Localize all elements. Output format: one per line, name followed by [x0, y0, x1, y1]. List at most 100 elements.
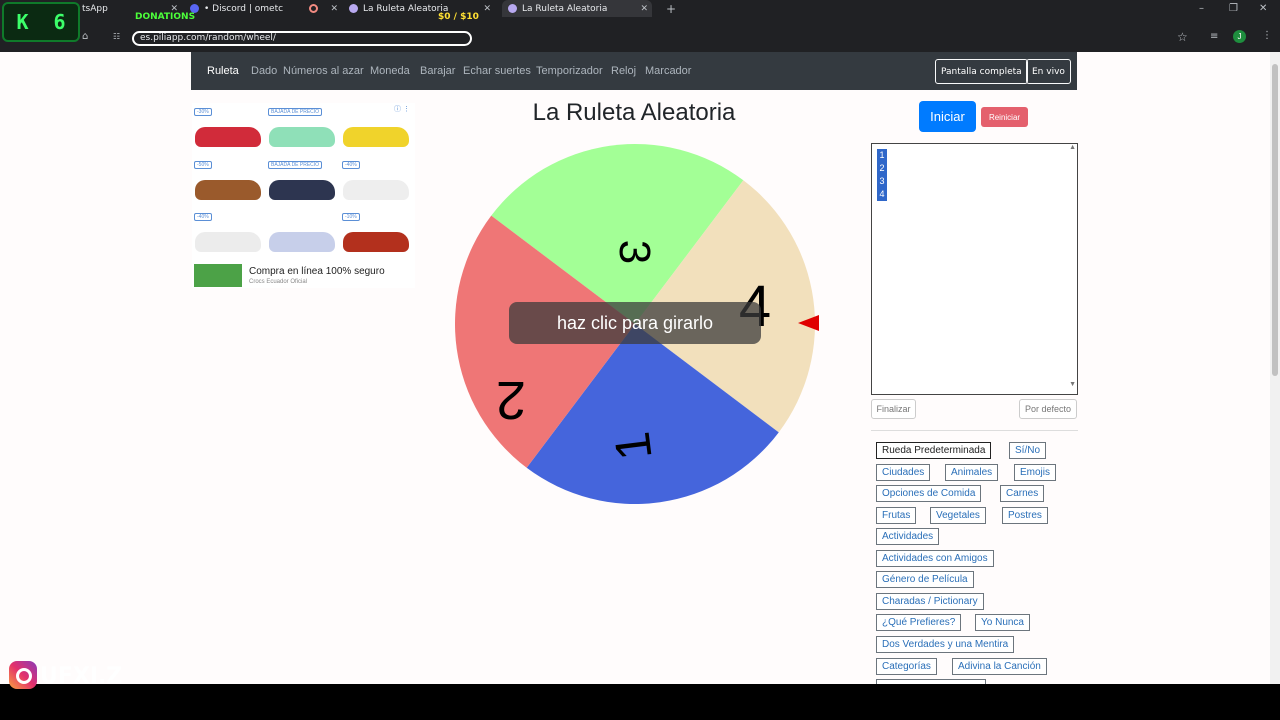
nav-dado[interactable]: Dado: [251, 65, 277, 77]
menu-dots-icon[interactable]: ⋮: [1262, 30, 1272, 41]
preset-two-truths[interactable]: Dos Verdades y una Mentira: [876, 636, 1015, 653]
preset-fruits[interactable]: Frutas: [876, 507, 917, 524]
profile-avatar[interactable]: J: [1233, 30, 1246, 43]
ad-product[interactable]: -50%: [192, 158, 264, 208]
preset-charades[interactable]: Charadas / Pictionary: [876, 593, 984, 610]
preset-activities[interactable]: Actividades: [876, 528, 940, 545]
close-window-button[interactable]: ✕: [1259, 3, 1267, 14]
tab-label: La Ruleta Aleatoria: [522, 3, 608, 14]
tab-label: tsApp: [82, 3, 108, 14]
recording-icon: [309, 4, 318, 13]
ad-product[interactable]: BAJADA DE PRECIO: [266, 158, 338, 208]
preset-animals[interactable]: Animales: [945, 464, 999, 481]
ad-banner[interactable]: ⓘ ⋮ -30% BAJADA DE PRECIO -50% BAJADA DE…: [192, 103, 415, 288]
preset-movie-genre[interactable]: Género de Película: [876, 571, 974, 588]
browser-chrome: tsApp ✕ • Discord | ometc ✕ La Ruleta Al…: [0, 0, 1280, 52]
preset-activities-friends[interactable]: Actividades con Amigos: [876, 550, 994, 567]
ad-product[interactable]: -10%: [340, 210, 412, 260]
preset-meats[interactable]: Carnes: [1000, 485, 1045, 502]
media-icon[interactable]: ≡: [1210, 31, 1218, 42]
preset-would-you-rather[interactable]: ¿Qué Prefieres?: [876, 614, 962, 631]
ad-product[interactable]: BAJADA DE PRECIO: [266, 105, 338, 155]
nav-temporizador[interactable]: Temporizador: [536, 65, 603, 77]
tab-ruleta-2[interactable]: La Ruleta Aleatoria ✕: [502, 0, 652, 17]
maximize-button[interactable]: ❐: [1229, 3, 1238, 14]
scrollbar-thumb[interactable]: [1272, 64, 1278, 376]
finish-button[interactable]: Finalizar: [871, 399, 916, 419]
close-tab-icon[interactable]: ✕: [330, 4, 338, 14]
nav-reloj[interactable]: Reloj: [611, 65, 636, 77]
default-button[interactable]: Por defecto: [1019, 399, 1077, 419]
shoe-image: [269, 232, 335, 252]
stream-handle: UFXI.Z: [40, 664, 123, 689]
minimize-button[interactable]: –: [1199, 3, 1204, 14]
ad-advertiser: Crocs Ecuador Oficial: [249, 279, 308, 285]
preset-desserts[interactable]: Postres: [1002, 507, 1048, 524]
shoe-image: [343, 232, 409, 252]
ad-product[interactable]: -40%: [192, 210, 264, 260]
preset-emojis[interactable]: Emojis: [1014, 464, 1057, 481]
ad-product[interactable]: -40%: [340, 158, 412, 208]
divider: [871, 430, 1078, 431]
close-tab-icon[interactable]: ✕: [483, 4, 491, 14]
home-icon[interactable]: ⌂: [82, 31, 88, 42]
donations-label: DONATIONS: [135, 12, 196, 22]
nav-moneda[interactable]: Moneda: [370, 65, 410, 77]
tab-label: La Ruleta Aleatoria: [363, 3, 449, 14]
bookmark-star-icon[interactable]: ☆: [1177, 30, 1188, 44]
preset-food[interactable]: Opciones de Comida: [876, 485, 982, 502]
page-scrollbar[interactable]: [1270, 52, 1280, 684]
ad-thumbnail[interactable]: [194, 264, 242, 287]
fullscreen-button[interactable]: Pantalla completa: [935, 59, 1028, 84]
preset-never-have-i[interactable]: Yo Nunca: [975, 614, 1030, 631]
ad-product[interactable]: -30%: [192, 105, 264, 155]
ad-product[interactable]: [266, 210, 338, 260]
preset-more[interactable]: [876, 679, 986, 684]
nav-ruleta[interactable]: Ruleta: [207, 65, 239, 77]
tab-label: • Discord | ometc: [204, 3, 284, 14]
shoe-image: [269, 180, 335, 200]
nav-echar-suertes[interactable]: Echar suertes: [463, 65, 531, 77]
preset-categories[interactable]: Categorías: [876, 658, 937, 675]
site-settings-icon[interactable]: ☷: [113, 32, 120, 41]
scroll-up-icon[interactable]: ▲: [1069, 144, 1076, 151]
start-button[interactable]: Iniciar: [919, 101, 976, 132]
donations-goal: $0 / $10: [438, 12, 479, 22]
counter-value: 6: [53, 10, 66, 34]
preset-yes-no[interactable]: Sí/No: [1009, 442, 1047, 459]
spin-hint[interactable]: haz clic para girarlo: [509, 302, 761, 344]
preset-cities[interactable]: Ciudades: [876, 464, 931, 481]
address-bar[interactable]: es.piliapp.com/random/wheel/: [132, 31, 472, 46]
ad-product[interactable]: [340, 105, 412, 155]
reset-button[interactable]: Reiniciar: [981, 107, 1028, 127]
page-content: Ruleta Dado Números al azar Moneda Baraj…: [0, 52, 1270, 684]
preset-vegetables[interactable]: Vegetales: [930, 507, 986, 524]
live-button[interactable]: En vivo: [1026, 59, 1071, 84]
new-tab-button[interactable]: +: [666, 2, 676, 16]
preset-guess-song[interactable]: Adivina la Canción: [952, 658, 1047, 675]
shoe-image: [343, 127, 409, 147]
counter-letter: K: [16, 10, 29, 34]
page-title: La Ruleta Aleatoria: [532, 99, 736, 126]
entry-line: 3: [877, 175, 887, 188]
shoe-image: [195, 180, 261, 200]
close-tab-icon[interactable]: ✕: [640, 4, 648, 14]
shoe-image: [195, 127, 261, 147]
entries-textarea[interactable]: 1 2 3 4 ▲ ▼: [871, 143, 1078, 395]
shoe-image: [343, 180, 409, 200]
piliapp-icon: [349, 4, 358, 13]
stream-counter: K 6: [2, 2, 80, 42]
ad-headline[interactable]: Compra en línea 100% seguro: [249, 266, 385, 277]
nav-barajar[interactable]: Barajar: [420, 65, 455, 77]
wheel-label: 2: [496, 370, 526, 430]
nav-numeros[interactable]: Números al azar: [283, 65, 364, 77]
entry-line: 1: [877, 149, 887, 162]
instagram-icon: [9, 661, 37, 689]
scroll-down-icon[interactable]: ▼: [1069, 381, 1076, 388]
wheel-label: 3: [610, 240, 659, 264]
nav-marcador[interactable]: Marcador: [645, 65, 691, 77]
top-navbar: Ruleta Dado Números al azar Moneda Baraj…: [191, 52, 1077, 90]
shoe-image: [269, 127, 335, 147]
preset-default-wheel[interactable]: Rueda Predeterminada: [876, 442, 992, 459]
shoe-image: [195, 232, 261, 252]
